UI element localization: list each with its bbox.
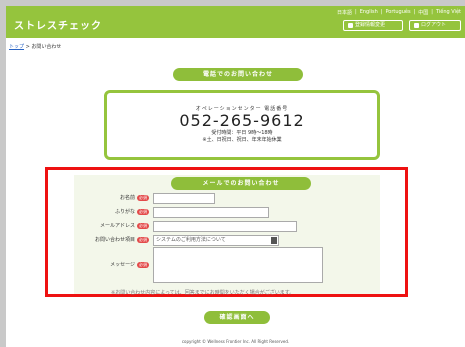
edit-registration-button[interactable]: 登録情報変更 [343, 20, 403, 31]
lang-chinese[interactable]: 中国 [418, 9, 428, 16]
app-logo[interactable]: ストレスチェック [14, 17, 102, 32]
page: ストレスチェック 日本語 | English | Português | 中国 … [6, 6, 465, 347]
lang-separator: | [431, 9, 433, 15]
phone-info-box: オペレーションセンター 電話番号 052-265-9612 受付時間：平日 9時… [104, 90, 380, 160]
lang-vietnamese[interactable]: Tiếng Việt [436, 9, 461, 16]
phone-closed-days: ※土、日祝日、祝日、年末年始休業 [202, 137, 282, 143]
lang-separator: | [380, 9, 383, 15]
phone-section-heading: 電話でのお問い合わせ [173, 68, 303, 81]
breadcrumb: トップ > お問い合わせ [9, 43, 61, 50]
form-notice: ※お問い合わせ内容によっては、回答までにお時間をいただく場合がございます。 [111, 290, 295, 296]
gear-icon [348, 23, 353, 28]
lang-separator: | [413, 9, 416, 15]
lang-portuguese[interactable]: Português [385, 9, 410, 16]
phone-number: 052-265-9612 [179, 111, 305, 130]
logout-button[interactable]: ログアウト [409, 20, 461, 31]
highlight-box [45, 167, 408, 297]
header: ストレスチェック 日本語 | English | Português | 中国 … [6, 6, 465, 38]
logout-label: ログアウト [421, 22, 447, 28]
lang-japanese[interactable]: 日本語 [337, 9, 352, 16]
lang-separator: | [355, 9, 357, 15]
breadcrumb-home[interactable]: トップ [9, 44, 24, 50]
footer-copyright: copyright © Wellness Frontier Inc. All R… [181, 339, 290, 344]
edit-registration-label: 登録情報変更 [355, 22, 386, 28]
logout-icon [414, 23, 419, 28]
lang-english[interactable]: English [360, 9, 378, 16]
breadcrumb-current: お問い合わせ [31, 44, 62, 50]
confirm-button[interactable]: 確認画面へ [204, 311, 270, 324]
language-switcher: 日本語 | English | Português | 中国 | Tiếng V… [337, 9, 461, 16]
phone-hours: 受付時間：平日 9時～18時 [211, 130, 273, 136]
